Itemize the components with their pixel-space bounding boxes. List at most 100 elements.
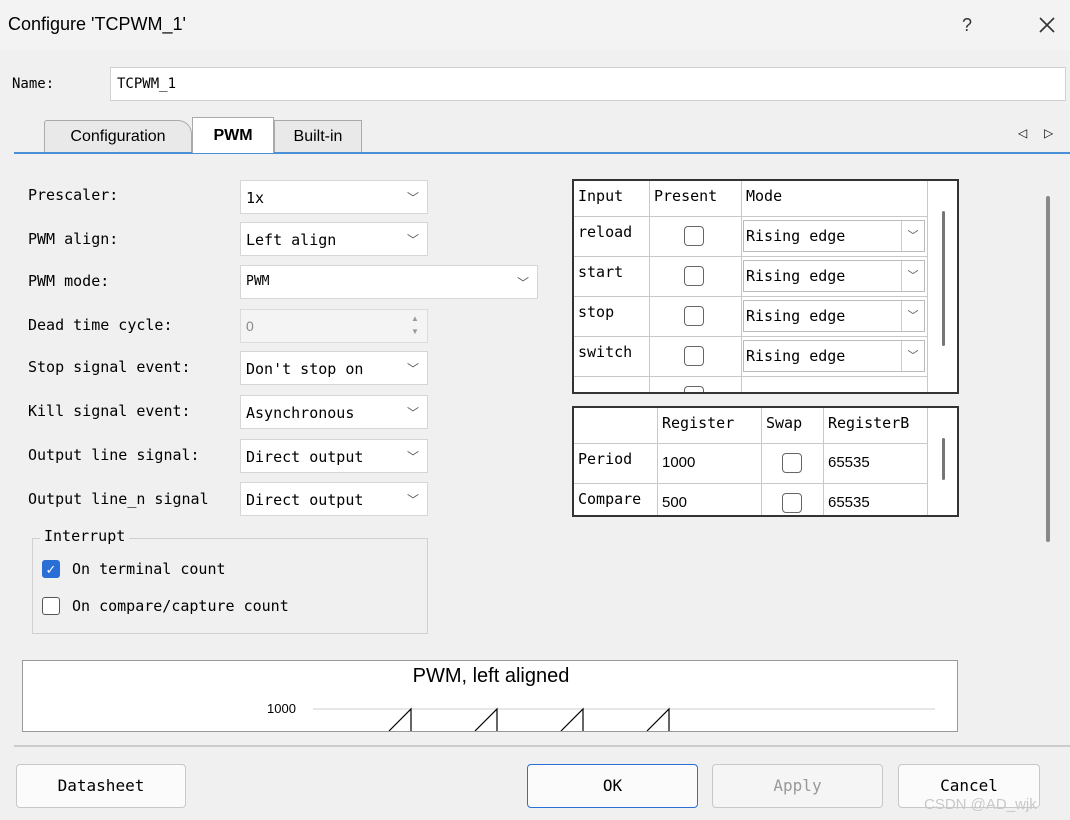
table-header-register-b: RegisterB (824, 408, 928, 444)
table-row-partial (574, 377, 650, 392)
watermark: CSDN @AD_wjk (924, 796, 1037, 813)
output-line-n-label: Output line_n signal (28, 490, 209, 508)
compare-count-label: On compare/capture count (72, 597, 289, 615)
dead-time-value: 0 (246, 318, 254, 334)
kill-signal-value: Asynchronous (246, 404, 355, 422)
kill-signal-label: Kill signal event: (28, 402, 191, 420)
pwm-mode-label: PWM mode: (28, 272, 110, 290)
compare-register-input[interactable]: 500 (658, 484, 762, 515)
present-checkbox[interactable] (684, 226, 704, 246)
stop-signal-select[interactable]: Don't stop on ﹀ (240, 351, 428, 385)
chevron-down-icon: ﹀ (406, 450, 419, 464)
table-cell-mode: Rising edge ﹀ (742, 217, 928, 257)
pwm-waveform (313, 707, 935, 731)
inputs-table-scrollbar[interactable] (942, 211, 945, 346)
chevron-down-icon: ﹀ (901, 221, 924, 251)
mode-value: Rising edge (746, 227, 846, 245)
swap-checkbox[interactable] (782, 493, 802, 513)
inputs-table: Input Present Mode reload Rising edge ﹀ s… (572, 179, 959, 394)
name-input[interactable]: TCPWM_1 (110, 67, 1066, 101)
pwm-mode-select[interactable]: PWM ﹀ (240, 265, 538, 299)
stop-signal-value: Don't stop on (246, 360, 364, 378)
mode-select[interactable]: Rising edge ﹀ (743, 340, 925, 372)
tab-pwm[interactable]: PWM (192, 117, 274, 153)
period-register-input[interactable]: 1000 (658, 444, 762, 484)
pwm-mode-value: PWM (246, 274, 270, 289)
prescaler-select[interactable]: 1x ﹀ (240, 180, 428, 214)
mode-value: Rising edge (746, 307, 846, 325)
present-checkbox[interactable] (684, 266, 704, 286)
chevron-down-icon: ﹀ (406, 493, 419, 507)
interrupt-legend: Interrupt (40, 527, 130, 545)
table-header-input: Input (574, 181, 650, 217)
compare-register-b-input[interactable]: 65535 (824, 484, 928, 515)
present-checkbox[interactable] (684, 386, 704, 392)
table-cell-swap (762, 444, 824, 484)
table-header-swap: Swap (762, 408, 824, 444)
swap-checkbox[interactable] (782, 453, 802, 473)
table-row: Period (574, 444, 658, 484)
table-header-mode: Mode (742, 181, 928, 217)
output-line-select[interactable]: Direct output ﹀ (240, 439, 428, 473)
registers-table: Register Swap RegisterB Period 1000 6553… (572, 406, 959, 517)
mode-value: Rising edge (746, 267, 846, 285)
tab-configuration[interactable]: Configuration (44, 120, 192, 152)
table-cell-present (650, 297, 742, 337)
compare-count-checkbox[interactable] (42, 597, 60, 615)
prescaler-value: 1x (246, 189, 265, 207)
chevron-down-icon: ﹀ (406, 406, 419, 420)
chevron-down-icon: ﹀ (901, 261, 924, 291)
table-cell-present (650, 257, 742, 297)
table-header-present: Present (650, 181, 742, 217)
stop-signal-label: Stop signal event: (28, 358, 191, 376)
pwm-align-select[interactable]: Left align ﹀ (240, 222, 428, 256)
close-icon (1039, 17, 1055, 33)
window-title: Configure 'TCPWM_1' (8, 14, 186, 34)
kill-signal-select[interactable]: Asynchronous ﹀ (240, 395, 428, 429)
table-cell-mode: Rising edge ﹀ (742, 337, 928, 377)
mode-select[interactable]: Rising edge ﹀ (743, 220, 925, 252)
chevron-down-icon: ﹀ (516, 276, 529, 290)
table-row: Compare (574, 484, 658, 515)
registers-table-scrollbar[interactable] (942, 438, 945, 480)
waveform-ramps (388, 707, 670, 731)
interrupt-group (32, 538, 428, 634)
table-cell-swap (762, 484, 824, 515)
table-cell-mode: Rising edge ﹀ (742, 297, 928, 337)
close-button[interactable] (1030, 10, 1064, 40)
datasheet-button[interactable]: Datasheet (16, 764, 186, 808)
apply-button[interactable]: Apply (712, 764, 883, 808)
chevron-down-icon: ﹀ (901, 301, 924, 331)
output-line-n-select[interactable]: Direct output ﹀ (240, 482, 428, 516)
dead-time-label: Dead time cycle: (28, 316, 173, 334)
table-row: start (574, 257, 650, 297)
panel-scrollbar[interactable] (1046, 196, 1050, 542)
terminal-count-checkbox[interactable]: ✓ (42, 560, 60, 578)
present-checkbox[interactable] (684, 346, 704, 366)
output-line-n-value: Direct output (246, 491, 364, 509)
mode-select[interactable]: Rising edge ﹀ (743, 300, 925, 332)
ok-button[interactable]: OK (527, 764, 698, 808)
prescaler-label: Prescaler: (28, 186, 119, 204)
table-row: stop (574, 297, 650, 337)
pwm-align-label: PWM align: (28, 230, 119, 248)
table-cell-mode: Rising edge ﹀ (742, 257, 928, 297)
name-label: Name: (12, 76, 55, 92)
table-row: switch (574, 337, 650, 377)
tab-scroll-right-icon[interactable]: ▷ (1044, 126, 1053, 140)
tab-scroll-left-icon[interactable]: ◁ (1018, 126, 1027, 140)
dead-time-stepper: 0 ▲ ▼ (240, 309, 428, 343)
table-header-blank (574, 408, 658, 444)
stepper-up-icon: ▲ (411, 314, 419, 323)
table-header-register: Register (658, 408, 762, 444)
chevron-down-icon: ﹀ (406, 362, 419, 376)
present-checkbox[interactable] (684, 306, 704, 326)
divider (14, 745, 1070, 747)
tab-builtin[interactable]: Built-in (274, 120, 362, 152)
chevron-down-icon: ﹀ (406, 191, 419, 205)
output-line-value: Direct output (246, 448, 364, 466)
help-button[interactable]: ? (950, 10, 984, 40)
mode-select[interactable]: Rising edge ﹀ (743, 260, 925, 292)
pwm-align-value: Left align (246, 231, 337, 249)
period-register-b-input[interactable]: 65535 (824, 444, 928, 484)
